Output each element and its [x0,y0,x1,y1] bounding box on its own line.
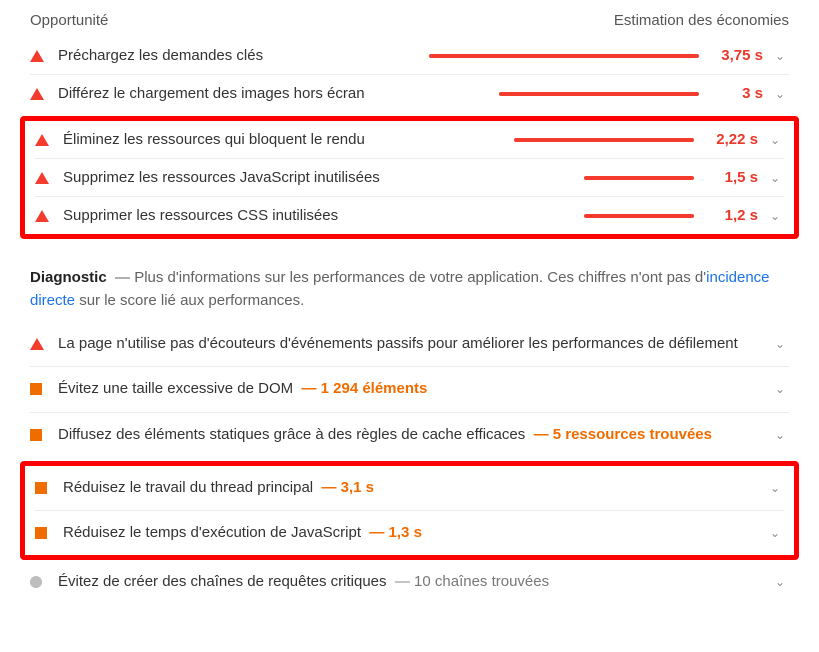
diagnostic-row[interactable]: Diffusez des éléments statiques grâce à … [30,412,789,457]
header-opportunity: Opportunité [30,12,108,29]
opportunity-label: Supprimez les ressources JavaScript inut… [63,169,424,186]
opportunity-label: Supprimer les ressources CSS inutilisées [63,207,424,224]
opportunity-row[interactable]: Supprimez les ressources JavaScript inut… [35,158,784,196]
diagnostic-row[interactable]: Évitez de créer des chaînes de requêtes … [30,560,789,604]
status-icon [35,527,49,539]
savings-value: 3,75 s [705,47,763,64]
diagnostic-meta: 3,1 s [341,479,374,496]
opportunity-label: Différez le chargement des images hors é… [58,85,429,102]
opportunity-label: Préchargez les demandes clés [58,47,429,64]
triangle-red-icon [35,210,49,222]
savings-value: 1,5 s [700,169,758,186]
triangle-red-icon [30,88,44,100]
chevron-down-icon[interactable]: ⌄ [771,337,789,351]
diagnostic-meta: 1,3 s [389,524,422,541]
chevron-down-icon[interactable]: ⌄ [766,526,784,540]
triangle-red-icon [35,172,49,184]
diagnostic-desc1: Plus d'informations sur les performances… [134,269,706,286]
highlight-box-opportunities: Éliminez les ressources qui bloquent le … [20,116,799,239]
status-icon [30,429,44,441]
diagnostic-text: Réduisez le temps d'exécution de JavaScr… [63,523,758,543]
triangle-red-icon [35,134,49,146]
savings-value: 3 s [705,85,763,102]
diagnostic-text: Évitez de créer des chaînes de requêtes … [58,572,763,592]
opportunity-label: Éliminez les ressources qui bloquent le … [63,131,424,148]
highlight-box-diagnostics: Réduisez le travail du thread principal … [20,461,799,561]
diagnostic-meta: 1 294 éléments [321,380,428,397]
diagnostic-row[interactable]: Réduisez le temps d'exécution de JavaScr… [35,510,784,555]
diagnostic-text: Évitez une taille excessive de DOM — 1 2… [58,379,763,399]
opportunity-row[interactable]: Différez le chargement des images hors é… [30,74,789,112]
triangle-red-icon [30,50,44,62]
chevron-down-icon[interactable]: ⌄ [771,87,789,101]
chevron-down-icon[interactable]: ⌄ [766,209,784,223]
diagnostic-text: Diffusez des éléments statiques grâce à … [58,425,763,445]
savings-value: 1,2 s [700,207,758,224]
savings-bar [424,214,694,218]
diagnostic-row[interactable]: La page n'utilise pas d'écouteurs d'évén… [30,322,789,366]
status-icon [30,576,44,588]
diagnostic-meta: 10 chaînes trouvées [414,573,549,590]
status-icon [30,338,44,350]
diagnostic-title: Diagnostic [30,269,107,286]
opportunity-row[interactable]: Éliminez les ressources qui bloquent le … [35,121,784,158]
opportunity-row[interactable]: Supprimer les ressources CSS inutilisées… [35,196,784,234]
opportunity-table-header: Opportunité Estimation des économies [30,12,789,37]
savings-value: 2,22 s [700,131,758,148]
chevron-down-icon[interactable]: ⌄ [771,382,789,396]
savings-bar [429,92,699,96]
savings-bar [424,176,694,180]
header-savings: Estimation des économies [614,12,789,29]
diagnostic-header: Diagnostic — Plus d'informations sur les… [30,267,789,312]
chevron-down-icon[interactable]: ⌄ [771,428,789,442]
status-icon [35,482,49,494]
chevron-down-icon[interactable]: ⌄ [766,171,784,185]
chevron-down-icon[interactable]: ⌄ [771,575,789,589]
diagnostic-text: Réduisez le travail du thread principal … [63,478,758,498]
savings-bar [424,138,694,142]
diagnostic-row[interactable]: Évitez une taille excessive de DOM — 1 2… [30,366,789,411]
opportunity-row[interactable]: Préchargez les demandes clés 3,75 s ⌄ [30,37,789,74]
diagnostic-text: La page n'utilise pas d'écouteurs d'évén… [58,334,763,354]
chevron-down-icon[interactable]: ⌄ [771,49,789,63]
chevron-down-icon[interactable]: ⌄ [766,481,784,495]
diagnostic-row[interactable]: Réduisez le travail du thread principal … [35,466,784,510]
savings-bar [429,54,699,58]
diag-sep: — [115,269,130,286]
chevron-down-icon[interactable]: ⌄ [766,133,784,147]
status-icon [30,383,44,395]
diagnostic-meta: 5 ressources trouvées [553,426,712,443]
diagnostic-desc2: sur le score lié aux performances. [75,292,304,309]
